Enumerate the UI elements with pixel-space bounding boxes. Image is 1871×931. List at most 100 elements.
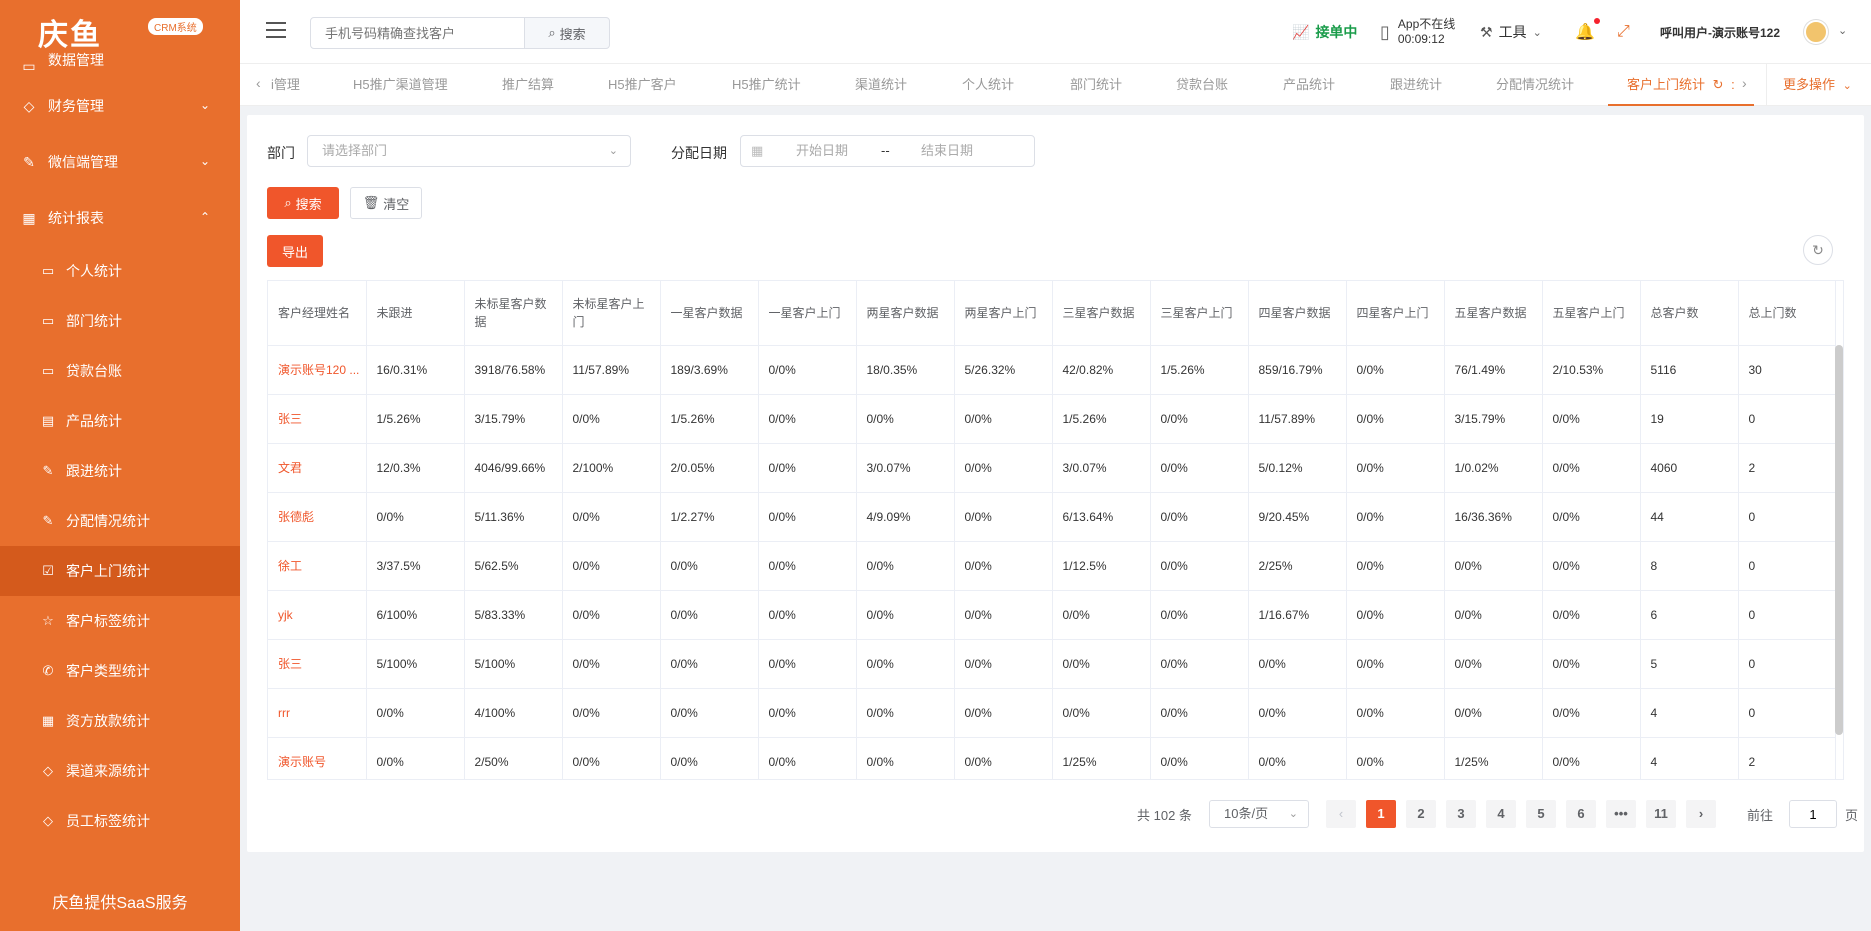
sidebar-group-finance[interactable]: ◇ 财务管理 ⌄ (0, 78, 240, 134)
manager-name-link[interactable]: 演示账号 (268, 737, 367, 779)
sidebar-item-loan-ledger[interactable]: ▭ 贷款台账 (0, 346, 240, 396)
grid-icon: ▦ (41, 713, 55, 728)
tab-item[interactable]: 分配情况统计 (1496, 64, 1574, 106)
tab-item[interactable]: 个人统计 (962, 64, 1014, 106)
table-row[interactable]: 文君 12/0.3% 4046/99.66% 2/100% 2/0.05% 0/0% 3/0… (268, 443, 1836, 493)
column-header: 三星客户上门 (1150, 281, 1249, 346)
refresh-table-icon[interactable]: ↻ (1803, 235, 1833, 265)
table-scrollbar[interactable] (1835, 345, 1843, 735)
table-row[interactable]: 张德彪 0/0% 5/11.36% 0/0% 1/2.27% 0/0% 4/9.09% 0/0… (268, 492, 1836, 542)
tab-item-active[interactable]: 客户上门统计 ↻ : (1608, 64, 1754, 106)
table-row[interactable]: yjk 6/100% 5/83.33% 0/0% 0/0% 0/0% 0/0% 0/0% 0/0… (268, 590, 1836, 640)
chevron-down-icon[interactable]: ⌄ (1838, 24, 1847, 37)
tools-dropdown[interactable]: ⚒ 工具 ⌄ (1480, 0, 1542, 64)
table-row[interactable]: 张三 5/100% 5/100% 0/0% 0/0% 0/0% 0/0% 0/0% 0/0% 0/… (268, 639, 1836, 689)
sidebar-item-label: 部门统计 (66, 313, 122, 329)
tab-item[interactable]: 贷款台账 (1176, 64, 1228, 106)
page-number[interactable]: 1 (1366, 800, 1396, 828)
manager-name-link[interactable]: 张德彪 (268, 492, 367, 542)
clear-button[interactable]: 🗑 清空 (350, 187, 422, 219)
search-button[interactable]: ⌕ 搜索 (267, 187, 339, 219)
sidebar-item-type-stats[interactable]: ✆ 客户类型统计 (0, 646, 240, 696)
tab-item[interactable]: i管理 (271, 64, 300, 106)
tab-item[interactable]: 产品统计 (1283, 64, 1335, 106)
tab-scroll-right-icon[interactable]: › (1742, 75, 1747, 91)
close-icon[interactable]: : (1731, 77, 1735, 92)
sidebar-item-channel-stats[interactable]: ◇ 渠道来源统计 (0, 746, 240, 796)
goto-page-input[interactable] (1789, 800, 1837, 828)
sidebar-item-product-stats[interactable]: ▤ 产品统计 (0, 396, 240, 446)
table-cell: 859/16.79% (1248, 345, 1347, 395)
dept-select[interactable]: 请选择部门 ⌄ (307, 135, 631, 167)
manager-name-link[interactable]: 张三 (268, 639, 367, 689)
tab-item[interactable]: H5推广客户 (608, 64, 677, 106)
manager-name-link[interactable]: 文君 (268, 443, 367, 493)
more-operations-dropdown[interactable]: 更多操作 ⌄ (1766, 64, 1871, 106)
tab-item[interactable]: H5推广统计 (732, 64, 801, 106)
table-cell: 0/0% (1346, 590, 1445, 640)
sidebar-group-partial[interactable]: ▭ 数据管理 (0, 52, 240, 78)
page-number[interactable]: 2 (1406, 800, 1436, 828)
chevron-down-icon: ⌄ (1288, 808, 1298, 820)
tab-scroll-left-icon[interactable]: ‹ (256, 75, 261, 91)
tab-item[interactable]: 部门统计 (1070, 64, 1122, 106)
table-cell: 0/0% (1346, 345, 1445, 395)
page-number[interactable]: 6 (1566, 800, 1596, 828)
manager-name-link[interactable]: 演示账号120 ... (268, 345, 367, 395)
table-row[interactable]: 演示账号120 ... 16/0.31% 3918/76.58% 11/57.89% 1… (268, 345, 1836, 395)
table-row[interactable]: 演示账号 0/0% 2/50% 0/0% 0/0% 0/0% 0/0% 0/0% 1/25% 0/… (268, 737, 1836, 779)
header-search-button[interactable]: ⌕ 搜索 (524, 17, 610, 49)
manager-name-link[interactable]: 徐工 (268, 541, 367, 591)
sidebar-item-personal-stats[interactable]: ▭ 个人统计 (0, 246, 240, 296)
table-cell: 0/0% (1150, 394, 1249, 444)
manager-name-link[interactable]: yjk (268, 590, 367, 640)
current-user[interactable]: 呼叫用户-演示账号122 (1660, 0, 1780, 64)
accept-status[interactable]: 📈 接单中 (1292, 0, 1357, 64)
table-cell: 0/0% (1150, 541, 1249, 591)
sidebar-item-label: 客户上门统计 (66, 563, 150, 579)
sidebar-group-wechat[interactable]: ✎ 微信端管理 ⌄ (0, 134, 240, 190)
page-number[interactable]: 3 (1446, 800, 1476, 828)
search-icon: ⌕ (284, 195, 292, 210)
sidebar-item-lender-stats[interactable]: ▦ 资方放款统计 (0, 696, 240, 746)
sidebar-item-followup-stats[interactable]: ✎ 跟进统计 (0, 446, 240, 496)
date-range-picker[interactable]: ▦ 开始日期 -- 结束日期 (740, 135, 1035, 167)
manager-name-link[interactable]: rrr (268, 688, 367, 738)
tab-item[interactable]: 跟进统计 (1390, 64, 1442, 106)
table-row[interactable]: rrr 0/0% 4/100% 0/0% 0/0% 0/0% 0/0% 0/0% 0/0% 0/0… (268, 688, 1836, 738)
sidebar-item-visit-stats[interactable]: ☑ 客户上门统计 (0, 546, 240, 596)
table-cell: 5/100% (366, 639, 465, 689)
sidebar-group-reports[interactable]: ▦ 统计报表 ⌃ (0, 190, 240, 246)
sidebar-item-tag-stats[interactable]: ☆ 客户标签统计 (0, 596, 240, 646)
page-ellipsis[interactable]: ••• (1606, 800, 1636, 828)
menu-toggle-icon[interactable] (266, 22, 286, 38)
avatar[interactable] (1804, 20, 1828, 44)
table-cell: 0/0% (1542, 541, 1641, 591)
prev-page-button[interactable]: ‹ (1326, 800, 1356, 828)
sidebar-item-dept-stats[interactable]: ▭ 部门统计 (0, 296, 240, 346)
dept-label: 部门 (267, 145, 295, 161)
table-row[interactable]: 徐工 3/37.5% 5/62.5% 0/0% 0/0% 0/0% 0/0% 0/0% 1/12… (268, 541, 1836, 591)
page-number[interactable]: 4 (1486, 800, 1516, 828)
fullscreen-icon[interactable]: ⤢ (1617, 0, 1630, 64)
table-row[interactable]: 张三 1/5.26% 3/15.79% 0/0% 1/5.26% 0/0% 0/0% 0/0%… (268, 394, 1836, 444)
tab-item[interactable]: 推广结算 (502, 64, 554, 106)
start-date-input[interactable]: 开始日期 (796, 136, 848, 166)
table-cell: 0/0% (856, 737, 955, 779)
sidebar-item-staff-tag-stats[interactable]: ◇ 员工标签统计 (0, 796, 240, 846)
end-date-input[interactable]: 结束日期 (921, 136, 973, 166)
phone-search-input[interactable] (310, 17, 525, 49)
sidebar-item-allocation-stats[interactable]: ✎ 分配情况统计 (0, 496, 240, 546)
tab-item[interactable]: 渠道统计 (855, 64, 907, 106)
next-page-button[interactable]: › (1686, 800, 1716, 828)
chevron-down-icon: ⌄ (199, 154, 210, 168)
page-number[interactable]: 5 (1526, 800, 1556, 828)
refresh-icon[interactable]: ↻ (1713, 77, 1724, 92)
page-number[interactable]: 11 (1646, 800, 1676, 828)
data-icon: ▭ (22, 58, 36, 74)
manager-name-link[interactable]: 张三 (268, 394, 367, 444)
export-button[interactable]: 导出 (267, 235, 323, 267)
tab-item[interactable]: H5推广渠道管理 (353, 64, 448, 106)
page-size-select[interactable]: 10条/页 ⌄ (1209, 800, 1309, 828)
notification-bell-icon[interactable]: 🔔 (1575, 0, 1595, 64)
